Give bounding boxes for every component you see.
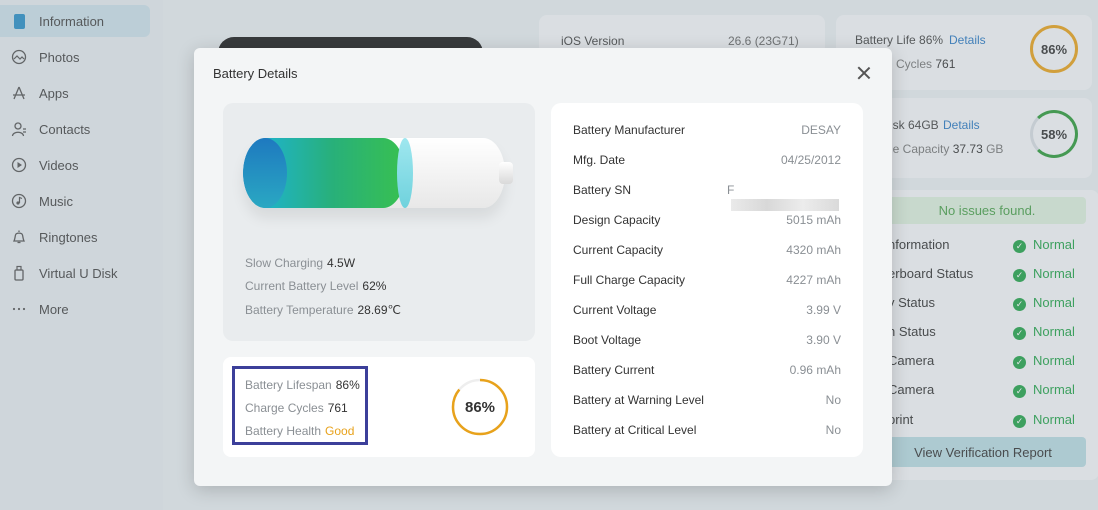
detail-row: Battery Current 0.96 mAh	[573, 363, 841, 377]
battery-status-panel: Slow Charging 4.5W Current Battery Level 6…	[223, 103, 535, 341]
battery-health-row: Battery Health Good	[245, 424, 355, 438]
battery-sn-value: F	[727, 183, 735, 197]
battery-temperature-row: Battery Temperature 28.69℃	[245, 303, 402, 317]
detail-row: Battery SN F	[573, 183, 841, 211]
charge-cycles-row: Charge Cycles 761	[245, 401, 348, 415]
detail-row: Current Capacity 4320 mAh	[573, 243, 841, 257]
battery-life-highlight: Battery Lifespan 86% Charge Cycles 761 Bat…	[232, 366, 368, 445]
detail-row: Battery Manufacturer DESAY	[573, 123, 841, 137]
battery-icon	[243, 138, 513, 210]
detail-row: Battery at Warning Level No	[573, 393, 841, 407]
detail-row: Current Voltage 3.99 V	[573, 303, 841, 317]
detail-row: Battery at Critical Level No	[573, 423, 841, 437]
redacted-serial	[731, 198, 839, 211]
battery-details-panel: Battery Manufacturer DESAY Mfg. Date 04/25…	[551, 103, 863, 457]
detail-row: Mfg. Date 04/25/2012	[573, 153, 841, 167]
detail-row: Full Charge Capacity 4227 mAh	[573, 273, 841, 287]
battery-life-panel: Battery Lifespan 86% Charge Cycles 761 Bat…	[223, 357, 535, 457]
detail-row: Design Capacity 5015 mAh	[573, 213, 841, 227]
battery-lifespan-row: Battery Lifespan 86%	[245, 378, 360, 392]
battery-lifespan-ring-label: 86%	[464, 398, 496, 416]
detail-row: Boot Voltage 3.90 V	[573, 333, 841, 347]
battery-level-row: Current Battery Level 62%	[245, 279, 387, 293]
close-icon[interactable]	[856, 65, 872, 81]
dialog-title: Battery Details	[213, 66, 298, 81]
battery-details-dialog: Battery Details Slow Charging 4.5W Curren…	[194, 48, 892, 486]
slow-charging-row: Slow Charging 4.5W	[245, 256, 356, 270]
